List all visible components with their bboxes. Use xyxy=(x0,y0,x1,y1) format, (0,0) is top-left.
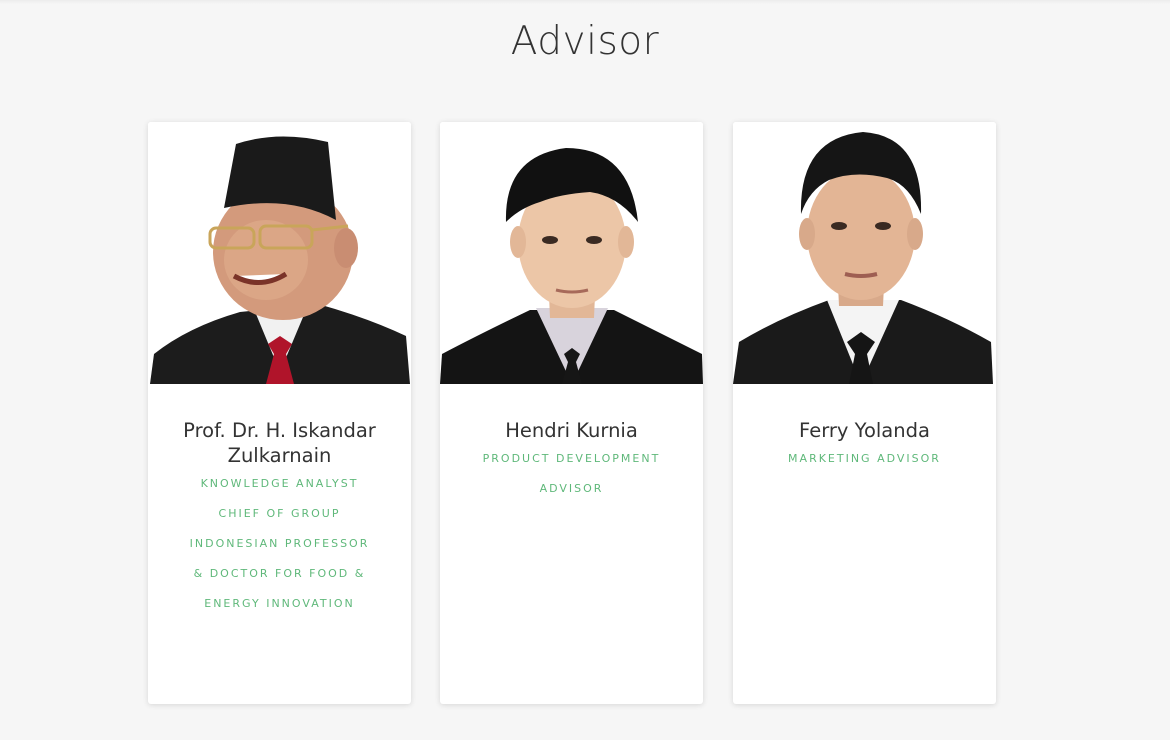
advisor-role: Product Development xyxy=(482,452,661,465)
advisor-role: Chief of Group xyxy=(218,507,341,520)
portrait-image xyxy=(733,122,996,384)
advisor-photo xyxy=(440,122,703,384)
advisor-name: Hendri Kurnia xyxy=(505,419,638,442)
advisor-photo xyxy=(148,122,411,384)
portrait-image xyxy=(148,122,411,384)
header-shadow xyxy=(0,0,1170,4)
advisor-card: Prof. Dr. H. Iskandar Zulkarnain Knowled… xyxy=(148,122,411,704)
advisor-card: Hendri Kurnia Product Development Adviso… xyxy=(440,122,703,704)
advisor-card: Ferry Yolanda Marketing Advisor xyxy=(733,122,996,704)
advisor-name: Ferry Yolanda xyxy=(799,419,930,442)
advisor-role: Indonesian Professor xyxy=(189,537,370,550)
advisor-roles: Marketing Advisor xyxy=(751,444,978,474)
advisor-role: Knowledge Analyst xyxy=(200,477,359,490)
advisor-role: Energy Innovation xyxy=(204,597,355,610)
portrait-image xyxy=(440,122,703,384)
advisor-section: Advisor Prof. Dr. H. Iskandar Zulkarnain… xyxy=(0,0,1170,740)
advisor-role: Advisor xyxy=(539,482,604,495)
advisor-name: Prof. Dr. H. Iskandar Zulkarnain xyxy=(183,419,376,467)
advisor-roles: Product Development Advisor xyxy=(458,444,685,504)
section-title: Advisor xyxy=(510,19,660,64)
advisor-photo xyxy=(733,122,996,384)
advisor-roles: Knowledge Analyst Chief of Group Indones… xyxy=(166,469,393,619)
advisor-role: Marketing Advisor xyxy=(788,452,941,465)
advisor-role: & Doctor for Food & xyxy=(193,567,366,580)
